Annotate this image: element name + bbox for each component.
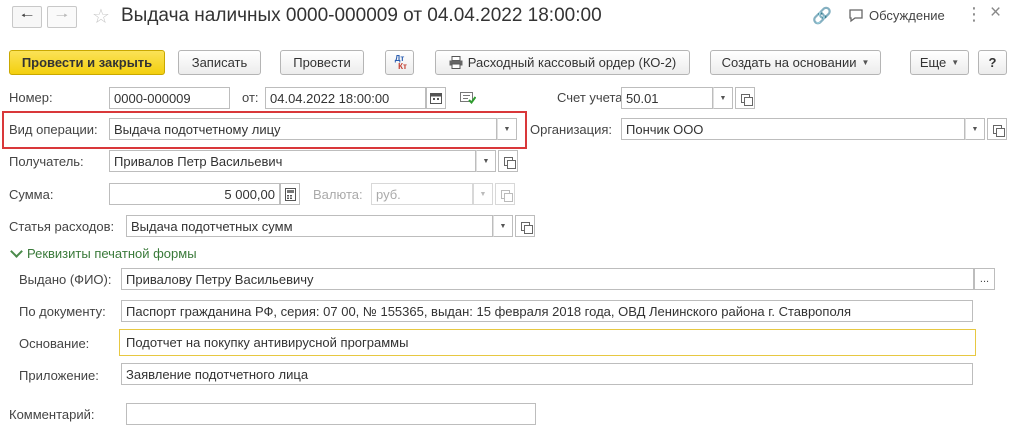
close-icon[interactable]: × <box>990 2 1001 24</box>
currency-dropdown-button: ▼ <box>473 183 493 205</box>
chevron-down-icon: ▼ <box>861 58 870 67</box>
amount-field[interactable]: 5 000,00 <box>109 183 280 205</box>
account-label: Счет учета: <box>557 90 627 105</box>
calendar-icon <box>430 93 442 104</box>
favorite-star-icon[interactable]: ☆ <box>92 4 110 29</box>
recipient-label: Получатель: <box>9 154 84 169</box>
comment-label: Комментарий: <box>9 407 95 422</box>
open-form-icon <box>992 124 1005 137</box>
issued-to-label: Выдано (ФИО): <box>19 272 112 287</box>
more-button[interactable]: Еще ▼ <box>910 50 969 75</box>
chevron-down-icon: ▼ <box>971 125 979 133</box>
chevron-down-icon: ▼ <box>499 222 507 230</box>
organization-dropdown-button[interactable]: ▼ <box>965 118 985 140</box>
post-and-close-button[interactable]: Провести и закрыть <box>9 50 165 75</box>
recipient-dropdown-button[interactable]: ▼ <box>476 150 496 172</box>
account-open-button[interactable] <box>735 87 755 109</box>
kt-icon-label: Кт <box>398 61 407 71</box>
calculator-icon <box>284 187 296 201</box>
arrow-right-icon: 🠒 <box>55 7 69 23</box>
chat-icon <box>849 8 863 22</box>
date-field[interactable]: 04.04.2022 18:00:00 <box>265 87 426 109</box>
chevron-down-icon: ▼ <box>951 58 960 67</box>
forward-button[interactable]: 🠒 <box>47 6 77 28</box>
organization-field[interactable]: Пончик ООО <box>621 118 965 140</box>
operation-field[interactable]: Выдача подотчетному лицу <box>109 118 497 140</box>
comment-field[interactable] <box>126 403 536 425</box>
calculator-button[interactable] <box>280 183 300 205</box>
print-ko2-label: Расходный кассовый ордер (КО-2) <box>467 55 677 70</box>
currency-open-button <box>495 183 515 205</box>
open-form-icon <box>500 189 513 202</box>
basis-field[interactable]: Подотчет на покупку антивирусной програм… <box>119 329 976 356</box>
expense-label: Статья расходов: <box>9 219 115 234</box>
print-requisites-group-toggle[interactable]: Реквизиты печатной формы <box>10 245 197 261</box>
expense-open-button[interactable] <box>515 215 535 237</box>
print-requisites-group-label: Реквизиты печатной формы <box>27 246 197 261</box>
amount-label: Сумма: <box>9 187 54 202</box>
discussion-button[interactable]: Обсуждение <box>848 8 945 23</box>
organization-label: Организация: <box>530 122 613 137</box>
calendar-button[interactable] <box>426 87 446 109</box>
organization-open-button[interactable] <box>987 118 1007 140</box>
arrow-left-icon: 🠐 <box>20 7 34 23</box>
account-field[interactable]: 50.01 <box>621 87 713 109</box>
save-button[interactable]: Записать <box>178 50 261 75</box>
expense-field[interactable]: Выдача подотчетных сумм <box>126 215 493 237</box>
number-field[interactable]: 0000-000009 <box>109 87 230 109</box>
currency-field: руб. <box>371 183 473 205</box>
recipient-field[interactable]: Привалов Петр Васильевич <box>109 150 476 172</box>
currency-label: Валюта: <box>313 187 363 202</box>
link-icon[interactable]: 🔗 <box>812 6 832 26</box>
post-button[interactable]: Провести <box>280 50 364 75</box>
attachment-field[interactable]: Заявление подотчетного лица <box>121 363 973 385</box>
open-form-icon <box>503 156 516 169</box>
posting-status-icon[interactable] <box>460 90 477 107</box>
create-based-on-label: Создать на основании <box>721 55 857 70</box>
back-button[interactable]: 🠐 <box>12 6 42 28</box>
recipient-open-button[interactable] <box>498 150 518 172</box>
print-ko2-button[interactable]: Расходный кассовый ордер (КО-2) <box>435 50 690 75</box>
operation-dropdown-button[interactable]: ▼ <box>497 118 517 140</box>
discussion-label: Обсуждение <box>869 8 945 23</box>
more-vertical-icon[interactable]: ⋮ <box>965 4 983 25</box>
chevron-down-icon: ▼ <box>482 157 490 165</box>
document-field[interactable]: Паспорт гражданина РФ, серия: 07 00, № 1… <box>121 300 973 322</box>
issued-to-select-button[interactable]: ... <box>974 268 995 290</box>
number-label: Номер: <box>9 90 53 105</box>
open-form-icon <box>520 221 533 234</box>
dt-kt-button[interactable]: Дт Кт <box>385 50 414 75</box>
attachment-label: Приложение: <box>19 368 99 383</box>
page-title: Выдача наличных 0000-000009 от 04.04.202… <box>121 5 602 26</box>
date-label: от: <box>242 90 259 105</box>
open-form-icon <box>740 93 753 106</box>
chevron-down-icon: ▼ <box>503 125 511 133</box>
basis-label: Основание: <box>19 336 90 351</box>
create-based-on-button[interactable]: Создать на основании ▼ <box>710 50 881 75</box>
chevron-down-icon <box>10 245 23 258</box>
document-label: По документу: <box>19 304 106 319</box>
operation-label: Вид операции: <box>9 122 98 137</box>
expense-dropdown-button[interactable]: ▼ <box>493 215 513 237</box>
printer-icon <box>449 56 463 69</box>
chevron-down-icon: ▼ <box>479 190 487 198</box>
help-button[interactable]: ? <box>978 50 1007 75</box>
more-label: Еще <box>919 55 947 70</box>
chevron-down-icon: ▼ <box>719 94 727 102</box>
account-dropdown-button[interactable]: ▼ <box>713 87 733 109</box>
issued-to-field[interactable]: Привалову Петру Васильевичу <box>121 268 974 290</box>
